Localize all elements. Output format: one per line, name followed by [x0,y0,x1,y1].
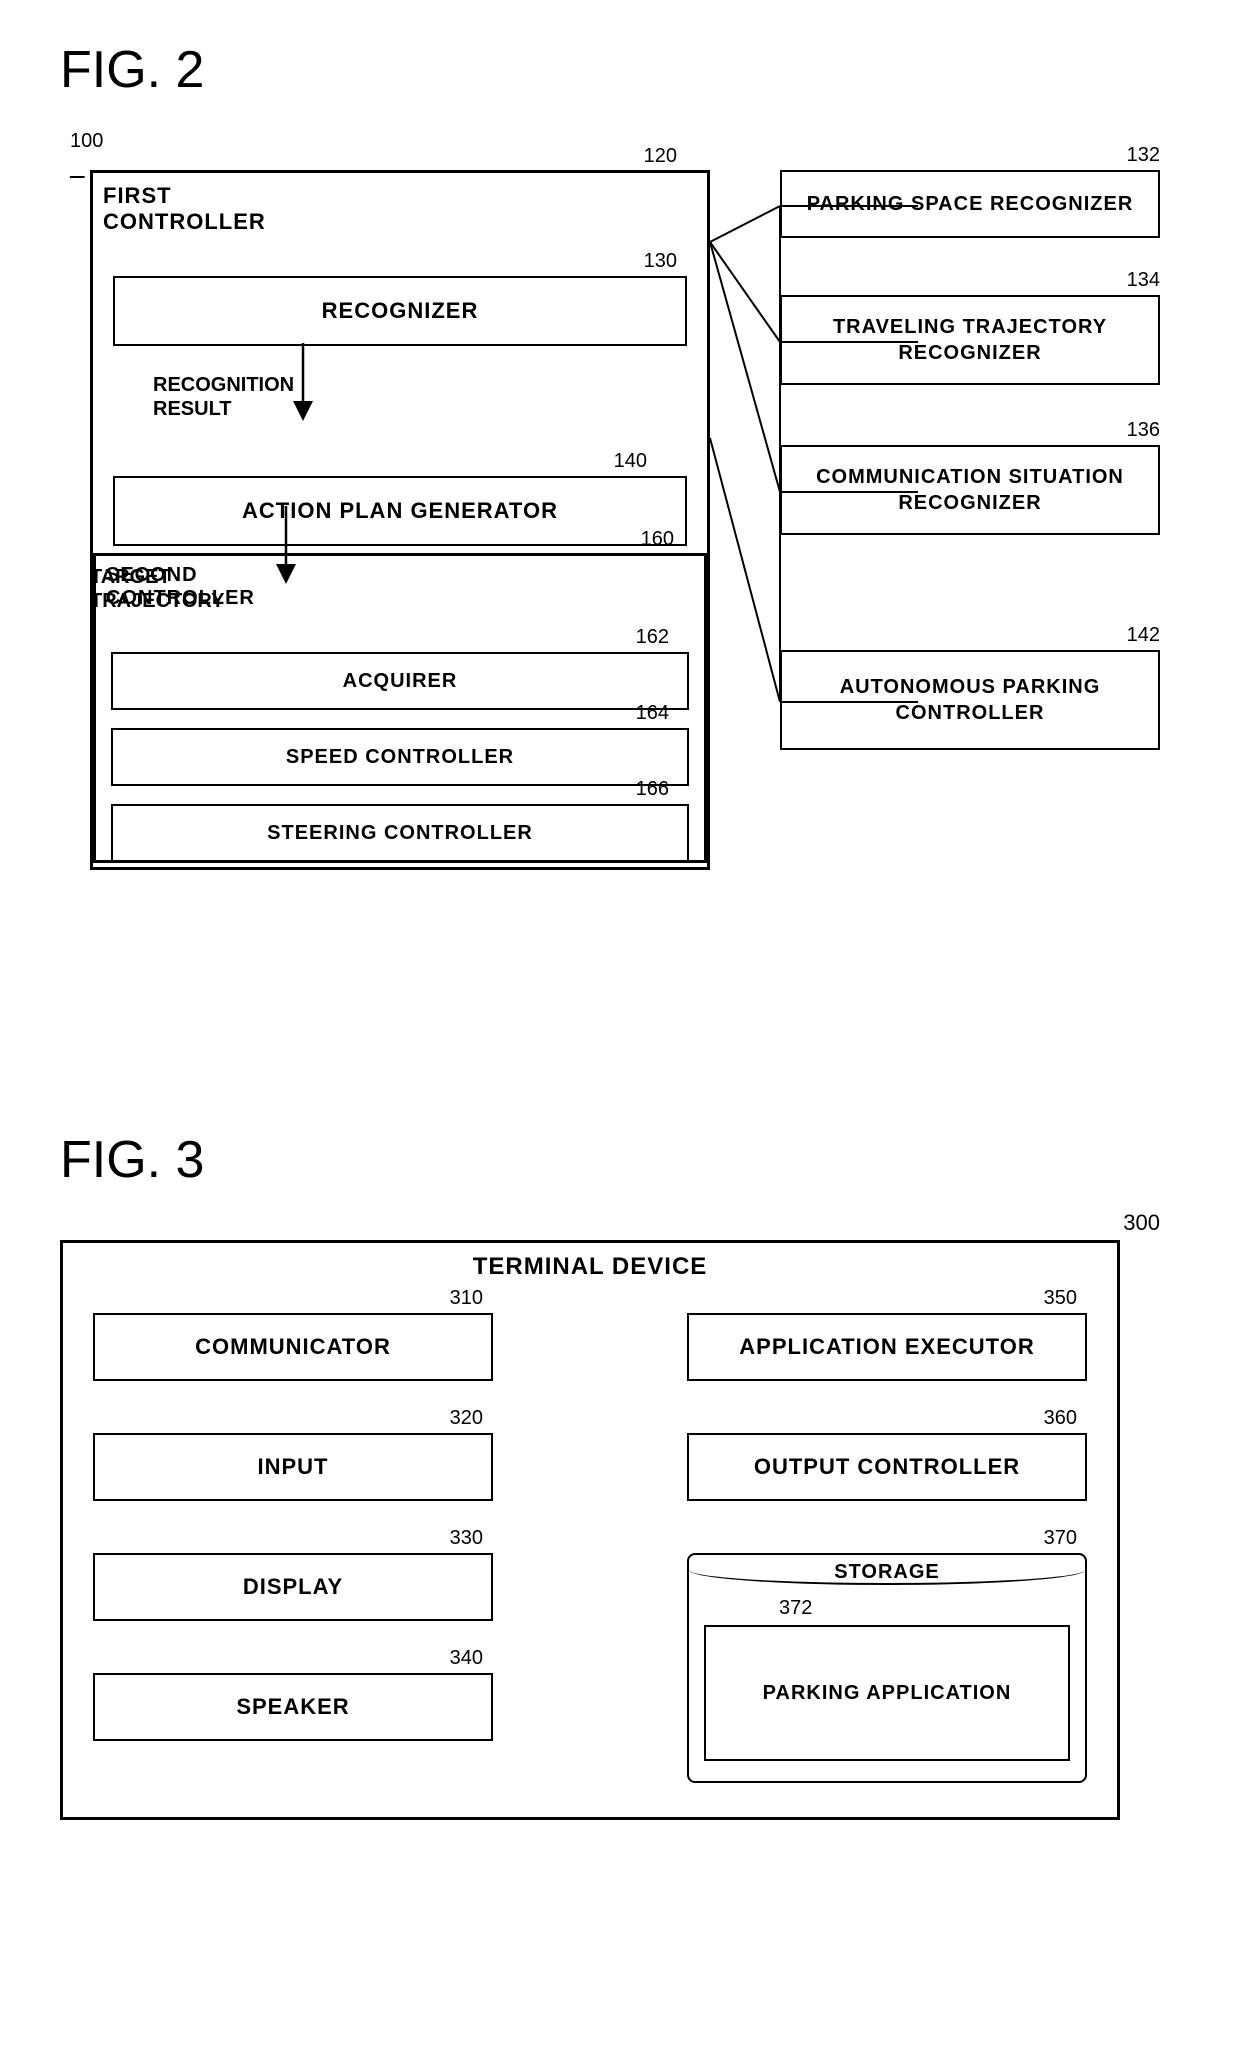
first-controller-label: FIRSTCONTROLLER [103,183,717,236]
communicator-box: COMMUNICATOR [93,1313,493,1381]
ref-136: 136 [1127,419,1160,442]
ref-164: 164 [636,702,669,725]
speed-controller-box: SPEED CONTROLLER [111,728,689,786]
first-controller-box: FIRSTCONTROLLER 120 130 RECOGNIZER RECOG… [90,170,710,870]
display-container: 330 DISPLAY [93,1553,493,1621]
app-executor-box: APPLICATION EXECUTOR [687,1313,1087,1381]
ref-142: 142 [1127,624,1160,647]
traveling-traj-container: 134 TRAVELING TRAJECTORYRECOGNIZER [780,295,1160,385]
ref-132: 132 [1127,144,1160,167]
steering-controller-box: STEERING CONTROLLER [111,804,689,862]
input-box: INPUT [93,1433,493,1501]
arrow-target-traj [266,506,306,586]
ref-340: 340 [450,1647,483,1670]
ref-140: 140 [614,450,647,473]
autonomous-container: 142 AUTONOMOUS PARKINGCONTROLLER [780,650,1160,750]
terminal-device-label: TERMINAL DEVICE [473,1253,708,1281]
arrow-recognition-result [283,343,323,423]
ref-370: 370 [1044,1527,1077,1550]
autonomous-box: AUTONOMOUS PARKINGCONTROLLER [780,650,1160,750]
ref-166: 166 [636,778,669,801]
acquirer-box: ACQUIRER [111,652,689,710]
communication-container: 136 COMMUNICATION SITUATIONRECOGNIZER [780,445,1160,535]
fig3-title: FIG. 3 [60,1130,1180,1190]
parking-space-box: PARKING SPACE RECOGNIZER [780,170,1160,238]
app-executor-container: 350 APPLICATION EXECUTOR [687,1313,1087,1381]
ref-120: 120 [644,145,677,168]
recognition-result-label: RECOGNITIONRESULT [153,373,294,421]
storage-label: STORAGE [834,1561,940,1584]
output-controller-container: 360 OUTPUT CONTROLLER [687,1433,1087,1501]
ref-350: 350 [1044,1287,1077,1310]
action-plan-box: ACTION PLAN GENERATOR [113,476,687,546]
speaker-container: 340 SPEAKER [93,1673,493,1741]
parking-app-box: PARKING APPLICATION [704,1625,1070,1761]
ref-300: 300 [1123,1210,1160,1236]
fig2-container: 100 _ FIRSTCONTROLLER 120 130 RECOGNIZER… [60,120,1160,1070]
ref-134: 134 [1127,269,1160,292]
recognizer-box: RECOGNIZER [113,276,687,346]
communicator-container: 310 COMMUNICATOR [93,1313,493,1381]
ref-160: 160 [641,528,674,551]
storage-container: 370 STORAGE 372 PARKING APPLICATION [687,1553,1087,1783]
ref-360: 360 [1044,1407,1077,1430]
output-controller-box: OUTPUT CONTROLLER [687,1433,1087,1501]
fig2-title: FIG. 2 [60,40,1180,100]
ref-130: 130 [644,250,677,273]
parking-space-container: 132 PARKING SPACE RECOGNIZER [780,170,1160,238]
target-trajectory-label: TARGETTRAJECTORY [90,565,224,613]
traveling-traj-box: TRAVELING TRAJECTORYRECOGNIZER [780,295,1160,385]
communication-box: COMMUNICATION SITUATIONRECOGNIZER [780,445,1160,535]
ref-320: 320 [450,1407,483,1430]
ref-162: 162 [636,626,669,649]
display-box: DISPLAY [93,1553,493,1621]
terminal-device-box: TERMINAL DEVICE 310 COMMUNICATOR 320 INP… [60,1240,1120,1820]
ref-372: 372 [779,1597,812,1620]
fig3-container: 300 TERMINAL DEVICE 310 COMMUNICATOR 320… [60,1210,1160,1830]
speaker-box: SPEAKER [93,1673,493,1741]
ref-330: 330 [450,1527,483,1550]
ref-310: 310 [450,1287,483,1310]
input-container: 320 INPUT [93,1433,493,1501]
